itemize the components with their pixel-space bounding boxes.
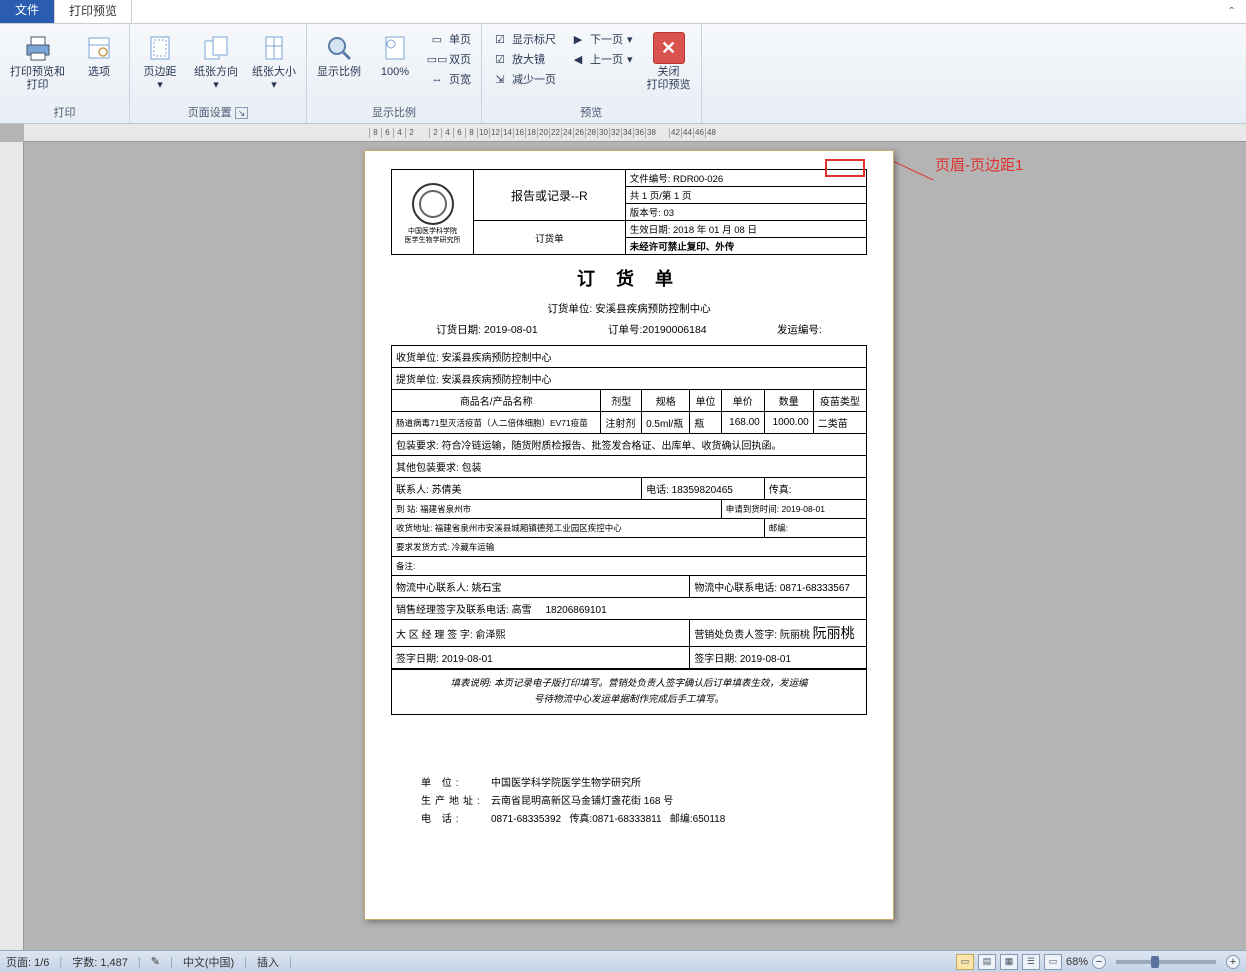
status-words[interactable]: 字数: 1,487: [72, 954, 128, 970]
document-title: 订 货 单: [391, 265, 867, 291]
orientation-icon: [200, 32, 232, 64]
region-mgr-row: 大 区 经 理 签 字: 俞泽熙 营销处负责人签字: 阮丽桃 阮丽桃: [392, 620, 867, 647]
page-width-icon: ↔: [429, 71, 445, 87]
main-order-table: 收货单位: 安溪县疾病预防控制中心 提货单位: 安溪县疾病预防控制中心 商品名/…: [391, 345, 867, 669]
spellcheck-icon[interactable]: ✎: [151, 955, 160, 968]
status-bar: 页面: 1/6| 字数: 1,487| ✎| 中文(中国)| 插入| ▭ ▤ ▦…: [0, 950, 1246, 972]
table-header-row: 商品名/产品名称剂型规格单位单价数量疫苗类型: [392, 390, 867, 412]
hundred-icon: [379, 32, 411, 64]
footer-info: 单 位:中国医学科学院医学生物学研究所 生产地址:云南省昆明高新区马金铺灯盏花街…: [391, 775, 867, 829]
group-preview: ☑显示标尺 ☑放大镜 ⇲减少一页 ▶下一页 ▾ ◀上一页 ▾ ✕ 关闭 打印预览…: [482, 24, 702, 123]
zoom-thumb[interactable]: [1151, 956, 1159, 968]
zoom-in-button[interactable]: +: [1226, 955, 1240, 969]
sales-mgr-row: 销售经理签字及联系电话: 高雪 18206869101: [392, 598, 867, 620]
close-preview-button[interactable]: ✕ 关闭 打印预览: [643, 30, 695, 94]
zoom-slider[interactable]: [1116, 960, 1216, 964]
pick-unit: 提货单位: 安溪县疾病预防控制中心: [392, 368, 867, 390]
collapse-ribbon-icon[interactable]: ˆ: [1229, 4, 1234, 20]
workspace: 8642246810121416182022242628303234363842…: [0, 124, 1246, 950]
group-label-zoom: 显示比例: [313, 102, 475, 123]
prev-page-button[interactable]: ◀上一页 ▾: [566, 50, 637, 68]
next-page-icon: ▶: [570, 31, 586, 47]
group-label-preview: 预览: [488, 102, 695, 123]
magnifier-checkbox[interactable]: ☑放大镜: [488, 50, 560, 68]
ship-mode: 要求发货方式: 冷藏车运输: [392, 538, 867, 557]
remark: 备注:: [392, 557, 867, 576]
margins-icon: [144, 32, 176, 64]
shrink-icon: ⇲: [492, 71, 508, 87]
view-web-button[interactable]: ▦: [1000, 954, 1018, 970]
paper-size-button[interactable]: 纸张大小▾: [248, 30, 300, 94]
order-unit-line: 订货单位: 安溪县疾病预防控制中心: [391, 301, 867, 316]
table-row: 肠道病毒71型灭活疫苗（人二倍体细胞）EV71疫苗注射剂0.5ml/瓶瓶168.…: [392, 412, 867, 434]
printer-icon: [22, 32, 54, 64]
order-meta-line: 订货日期: 2019-08-01 订单号:20190006184 发运编号:: [391, 322, 867, 337]
group-zoom: 显示比例 100% ▭单页 ▭▭双页 ↔页宽 显示比例: [307, 24, 482, 123]
ribbon: 打印预览和 打印 选项 打印 页边距▾ 纸张方向▾: [0, 24, 1246, 124]
next-page-button[interactable]: ▶下一页 ▾: [566, 30, 637, 48]
checkbox-checked-icon: ☑: [492, 31, 508, 47]
show-ratio-button[interactable]: 显示比例: [313, 30, 365, 81]
status-page[interactable]: 页面: 1/6: [6, 954, 49, 970]
tab-file[interactable]: 文件: [0, 0, 54, 23]
prev-page-icon: ◀: [570, 51, 586, 67]
pages: 共 1 页/第 1 页: [625, 187, 866, 204]
effective-date: 生效日期: 2018 年 01 月 08 日: [625, 221, 866, 238]
tab-print-preview[interactable]: 打印预览: [54, 0, 132, 23]
view-reading-button[interactable]: ▤: [978, 954, 996, 970]
doc-header-table: 中国医学科学院 医学生物学研究所 报告或记录--R 文件编号: RDR00-02…: [391, 169, 867, 255]
tab-bar: 文件 打印预览 ˆ: [0, 0, 1246, 24]
status-language[interactable]: 中文(中国): [183, 954, 234, 970]
show-ruler-checkbox[interactable]: ☑显示标尺: [488, 30, 560, 48]
group-print: 打印预览和 打印 选项 打印: [0, 24, 130, 123]
paper-size-icon: [258, 32, 290, 64]
recv-unit: 收货单位: 安溪县疾病预防控制中心: [392, 346, 867, 368]
shrink-one-page-button[interactable]: ⇲减少一页: [488, 70, 560, 88]
margins-button[interactable]: 页边距▾: [136, 30, 184, 94]
sign-date-row: 签字日期: 2019-08-01 签字日期: 2019-08-01: [392, 647, 867, 669]
view-draft-button[interactable]: ▭: [1044, 954, 1062, 970]
report-title: 报告或记录--R: [474, 170, 626, 221]
pack-req: 包装要求: 符合冷链运输，随货附质检报告、批签发合格证、出库单、收货确认回执函。: [392, 434, 867, 456]
dest-row: 到 站: 福建省泉州市 申请到货时间: 2019-08-01: [392, 500, 867, 519]
other-pack: 其他包装要求: 包装: [392, 456, 867, 478]
zoom-out-button[interactable]: −: [1092, 955, 1106, 969]
hundred-percent-button[interactable]: 100%: [371, 30, 419, 81]
print-preview-and-print-button[interactable]: 打印预览和 打印: [6, 30, 69, 94]
restriction: 未经许可禁止复印、外传: [625, 238, 866, 255]
group-label-page-setup: 页面设置 ↘: [136, 102, 300, 123]
orientation-button[interactable]: 纸张方向▾: [190, 30, 242, 94]
page-width-button[interactable]: ↔页宽: [425, 70, 475, 88]
order-form-label: 订货单: [474, 221, 626, 255]
view-print-layout-button[interactable]: ▭: [956, 954, 974, 970]
magnifier-icon: [323, 32, 355, 64]
checkbox-checked-icon: ☑: [492, 51, 508, 67]
annotation-highlight-box: [825, 159, 865, 177]
zoom-level[interactable]: 68%: [1066, 956, 1088, 968]
fill-note: 填表说明: 本页记录电子版打印填写。营销处负责人签字确认后订单填表生效，发运编 …: [391, 669, 867, 715]
logo-cell: 中国医学科学院 医学生物学研究所: [392, 170, 474, 255]
document-page: 中国医学科学院 医学生物学研究所 报告或记录--R 文件编号: RDR00-02…: [364, 150, 894, 920]
close-icon: ✕: [653, 32, 685, 64]
horizontal-ruler[interactable]: 8642246810121416182022242628303234363842…: [24, 124, 1246, 142]
group-page-setup: 页边距▾ 纸张方向▾ 纸张大小▾ 页面设置 ↘: [130, 24, 307, 123]
contact-row: 联系人: 苏倩美 电话: 18359820465 传真:: [392, 478, 867, 500]
vertical-ruler[interactable]: [0, 142, 24, 950]
addr-row: 收货地址: 福建省泉州市安溪县城厢镇德苑工业园区疾控中心 邮编:: [392, 519, 867, 538]
single-page-button[interactable]: ▭单页: [425, 30, 475, 48]
view-outline-button[interactable]: ☰: [1022, 954, 1040, 970]
double-page-button[interactable]: ▭▭双页: [425, 50, 475, 68]
group-label-print: 打印: [6, 102, 123, 123]
options-button[interactable]: 选项: [75, 30, 123, 81]
page-scroll-area[interactable]: 中国医学科学院 医学生物学研究所 报告或记录--R 文件编号: RDR00-02…: [24, 142, 1246, 950]
status-mode[interactable]: 插入: [257, 954, 279, 970]
logo-icon: [412, 183, 454, 225]
options-icon: [83, 32, 115, 64]
logistics-row: 物流中心联系人: 姚石宝 物流中心联系电话: 0871-68333567: [392, 576, 867, 598]
single-page-icon: ▭: [429, 31, 445, 47]
version: 版本号: 03: [625, 204, 866, 221]
double-page-icon: ▭▭: [429, 51, 445, 67]
